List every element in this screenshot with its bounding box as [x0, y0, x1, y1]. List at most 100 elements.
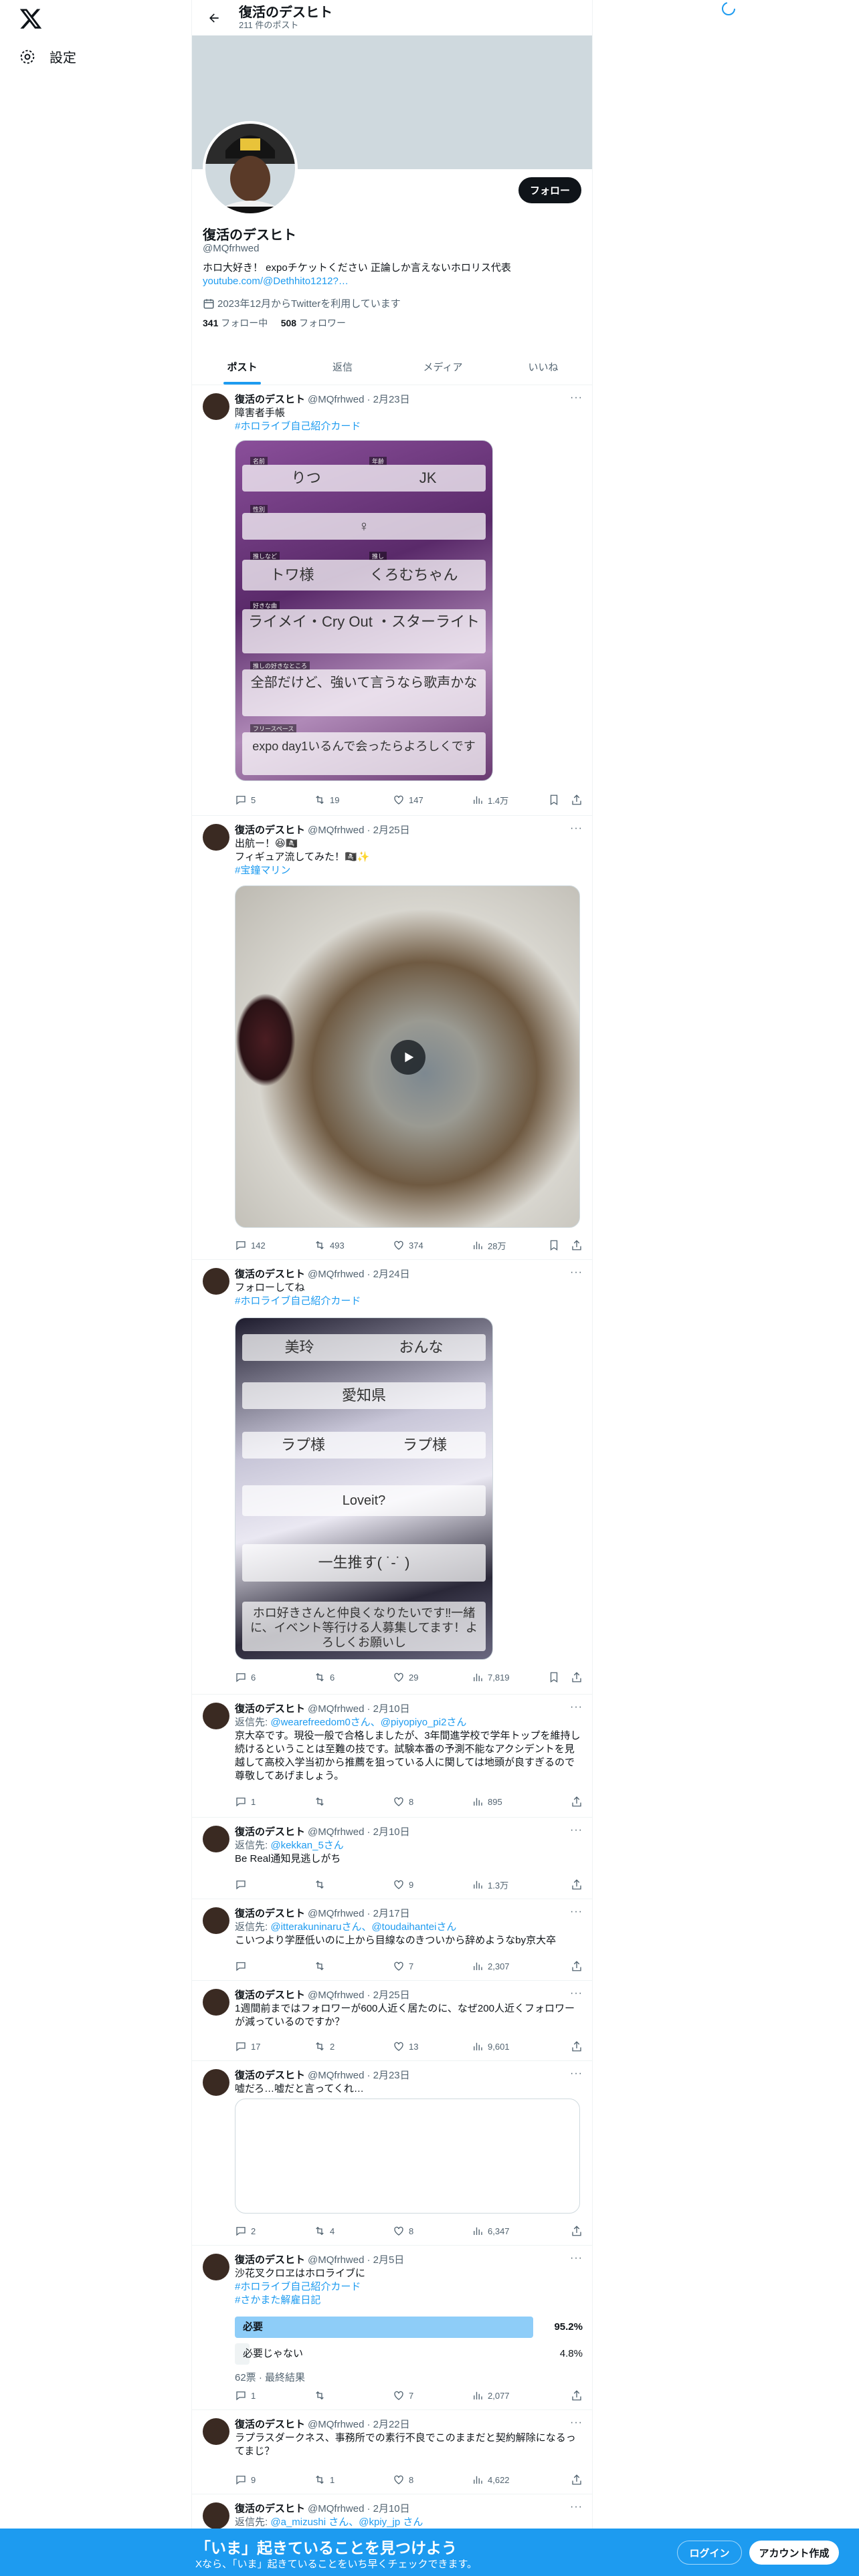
followers-link[interactable]: 508 フォロワー [281, 318, 346, 328]
reply-to-mentions[interactable]: @wearefreedom0さん、@piyopiyo_pi2さん [270, 1717, 466, 1728]
signup-button[interactable]: アカウント作成 [749, 2541, 839, 2565]
author-handle[interactable]: @MQfrhwed [308, 393, 364, 407]
author-handle[interactable]: @MQfrhwed [308, 2502, 364, 2516]
tweet-date[interactable]: · 2月5日 [367, 2254, 404, 2267]
tweet-date[interactable]: · 2月24日 [367, 1268, 409, 1281]
author-name[interactable]: 復活のデスヒト [235, 1826, 305, 1839]
tweet-item[interactable]: ··· 復活のデスヒト @MQfrhwed · 2月22日 ラプラスダークネス、事務… [192, 2410, 592, 2494]
reply-to-mentions[interactable]: @kekkan_5さん [270, 1840, 343, 1851]
author-name[interactable]: 復活のデスヒト [235, 1703, 305, 1716]
tweet-date[interactable]: · 2月25日 [367, 824, 409, 837]
avatar[interactable] [203, 2254, 229, 2280]
tweet-item[interactable]: ··· 復活のデスヒト @MQfrhwed · 2月23日 嘘だろ…嘘だと言ってくれ… [192, 2061, 592, 2246]
tab-posts[interactable]: ポスト [192, 349, 292, 385]
hashtag-link[interactable]: #ホロライブ自己紹介カード [235, 420, 583, 433]
login-button[interactable]: ログイン [677, 2541, 742, 2565]
tweet-item[interactable]: ··· 復活のデスヒト @MQfrhwed · 2月24日 フォローしてね #ホロラ… [192, 1260, 592, 1695]
reply-button[interactable] [235, 1879, 314, 1891]
tweet-date[interactable]: · 2月23日 [367, 2069, 409, 2082]
reply-button[interactable]: 6 [235, 1671, 314, 1683]
reply-button[interactable]: 2 [235, 2225, 314, 2237]
author-name[interactable]: 復活のデスヒト [235, 393, 305, 407]
bookmark-button[interactable] [548, 1671, 560, 1683]
author-name[interactable]: 復活のデスヒト [235, 1907, 305, 1921]
repost-button[interactable] [314, 2389, 393, 2401]
share-button[interactable] [571, 794, 583, 806]
author-name[interactable]: 復活のデスヒト [235, 2418, 305, 2432]
author-handle[interactable]: @MQfrhwed [308, 1703, 364, 1716]
author-name[interactable]: 復活のデスヒト [235, 1989, 305, 2002]
profile-avatar[interactable] [203, 121, 298, 216]
tweet-media-placeholder[interactable] [235, 2099, 580, 2214]
views-button[interactable]: 895 [472, 1796, 551, 1808]
repost-button[interactable]: 6 [314, 1671, 393, 1683]
like-button[interactable]: 8 [393, 2474, 472, 2486]
author-handle[interactable]: @MQfrhwed [308, 1826, 364, 1839]
repost-button[interactable]: 493 [314, 1239, 393, 1251]
avatar[interactable] [203, 1989, 229, 2016]
reply-button[interactable]: 17 [235, 2040, 314, 2052]
like-button[interactable]: 7 [393, 2389, 472, 2401]
tab-replies[interactable]: 返信 [292, 349, 393, 385]
tab-media[interactable]: メディア [393, 349, 493, 385]
tweet-date[interactable]: · 2月25日 [367, 1989, 409, 2002]
intro-card-image[interactable]: 名前 年齢 りつ JK 性別 ♀ 推しなど 推し トワ様 くろむちゃん 好きな曲 ラ… [235, 440, 493, 781]
author-name[interactable]: 復活のデスヒト [235, 2254, 305, 2267]
video-player[interactable] [235, 885, 580, 1228]
tweet-item[interactable]: ··· 復活のデスヒト @MQfrhwed · 2月25日 出航ー！😆🏴‍☠️ フィ… [192, 816, 592, 1260]
author-name[interactable]: 復活のデスヒト [235, 2502, 305, 2516]
repost-button[interactable] [314, 1879, 393, 1891]
like-button[interactable]: 13 [393, 2040, 472, 2052]
share-button[interactable] [571, 2389, 583, 2401]
like-button[interactable]: 29 [393, 1671, 472, 1683]
avatar[interactable] [203, 824, 229, 851]
profile-link[interactable]: youtube.com/@Dethhito1212?… [203, 275, 577, 288]
tweet-item[interactable]: ··· 復活のデスヒト @MQfrhwed · 2月10日 返信先: @kekkan… [192, 1818, 592, 1899]
views-button[interactable]: 1.4万 [472, 794, 551, 807]
following-link[interactable]: 341 フォロー中 [203, 318, 268, 328]
views-button[interactable]: 4,622 [472, 2474, 551, 2486]
author-handle[interactable]: @MQfrhwed [308, 1268, 364, 1281]
like-button[interactable]: 8 [393, 1796, 472, 1808]
like-button[interactable]: 374 [393, 1239, 472, 1251]
back-button[interactable] [203, 7, 225, 29]
hashtag-link[interactable]: #ホロライブ自己紹介カード [235, 2280, 583, 2294]
like-button[interactable]: 8 [393, 2225, 472, 2237]
share-button[interactable] [571, 2474, 583, 2486]
hashtag-link[interactable]: #宝鐘マリン [235, 864, 583, 877]
play-button[interactable] [391, 1040, 425, 1075]
share-button[interactable] [571, 1671, 583, 1683]
author-name[interactable]: 復活のデスヒト [235, 824, 305, 837]
avatar[interactable] [203, 2069, 229, 2096]
author-handle[interactable]: @MQfrhwed [308, 1907, 364, 1921]
views-button[interactable]: 28万 [472, 1239, 551, 1252]
reply-to-mentions[interactable]: @a_mizushi さん、@kpiy_jp さん [270, 2516, 423, 2528]
reply-button[interactable]: 1 [235, 2389, 314, 2401]
tweet-item[interactable]: ··· 復活のデスヒト @MQfrhwed · 2月23日 障害者手帳 #ホロライブ… [192, 385, 592, 816]
avatar[interactable] [203, 1703, 229, 1729]
tweet-date[interactable]: · 2月10日 [367, 2502, 409, 2516]
tweet-date[interactable]: · 2月23日 [367, 393, 409, 407]
avatar[interactable] [203, 1826, 229, 1852]
author-handle[interactable]: @MQfrhwed [308, 2069, 364, 2082]
views-button[interactable]: 6,347 [472, 2225, 551, 2237]
tweet-item[interactable]: ··· 復活のデスヒト @MQfrhwed · 2月10日 返信先: @wearef… [192, 1695, 592, 1818]
avatar[interactable] [203, 2502, 229, 2529]
tweet-item[interactable]: ··· 復活のデスヒト @MQfrhwed · 2月5日 沙花叉クロヱはホロライブに… [192, 2246, 592, 2410]
author-name[interactable]: 復活のデスヒト [235, 2069, 305, 2082]
tweet-date[interactable]: · 2月10日 [367, 1826, 409, 1839]
x-logo-icon[interactable] [19, 7, 43, 31]
reply-to-mentions[interactable]: @itterakuninaruさん、@toudaihanteiさん [270, 1921, 456, 1933]
intro-card-image[interactable]: 美玲 おんな 愛知県 ラプ様 ラプ様 Loveit? 一生推す( ˙-˙ ) ホロ好… [235, 1317, 493, 1660]
nav-settings[interactable]: 設定 [19, 47, 76, 66]
reply-button[interactable]: 142 [235, 1239, 314, 1251]
avatar[interactable] [203, 1268, 229, 1295]
views-button[interactable]: 1.3万 [472, 1879, 551, 1891]
reply-button[interactable] [235, 1960, 314, 1972]
tweet-date[interactable]: · 2月22日 [367, 2418, 409, 2432]
reply-button[interactable]: 5 [235, 794, 314, 806]
tweet-date[interactable]: · 2月17日 [367, 1907, 409, 1921]
follow-button[interactable]: フォロー [518, 177, 581, 203]
author-handle[interactable]: @MQfrhwed [308, 2418, 364, 2432]
repost-button[interactable] [314, 1796, 393, 1808]
